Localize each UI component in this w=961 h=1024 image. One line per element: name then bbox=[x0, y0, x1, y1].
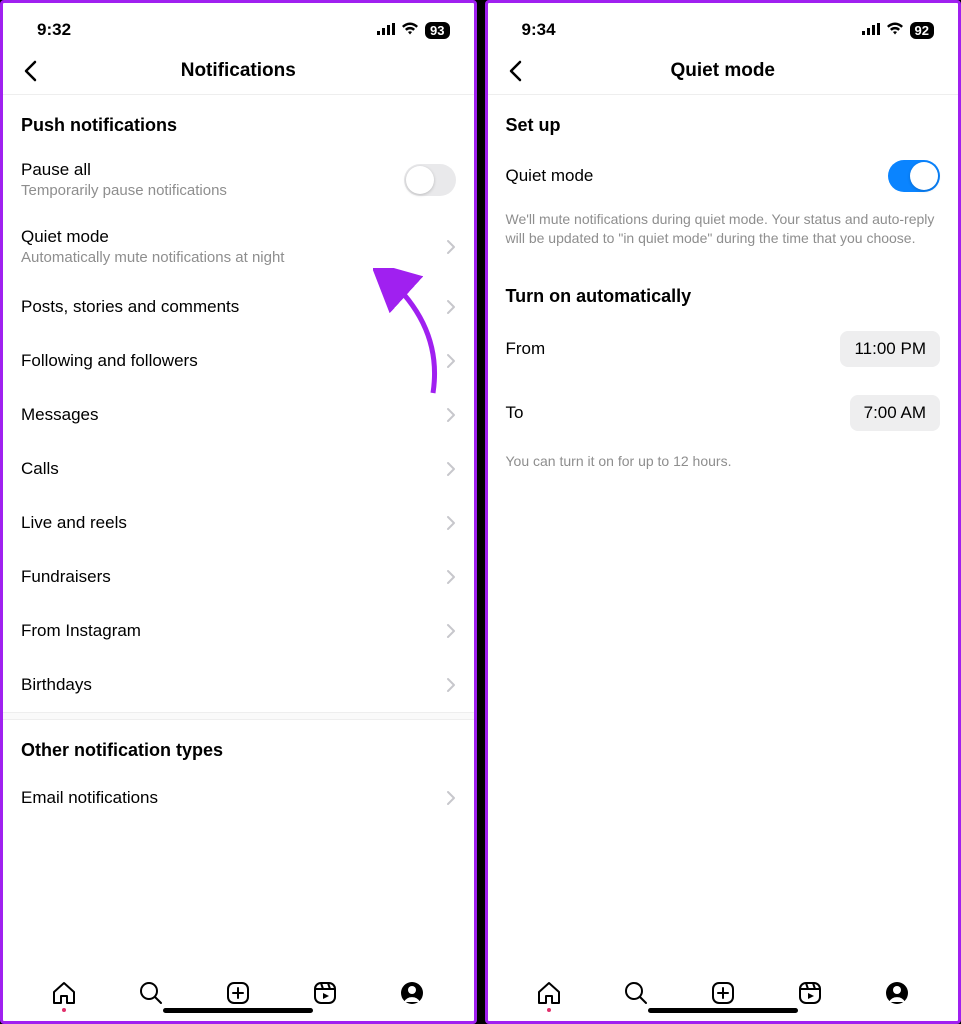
back-button[interactable] bbox=[15, 56, 45, 86]
row-messages[interactable]: Messages bbox=[3, 388, 474, 442]
row-title: Email notifications bbox=[21, 788, 158, 808]
content-area: Push notifications Pause all Temporarily… bbox=[3, 95, 474, 965]
row-to-time[interactable]: To 7:00 AM bbox=[488, 381, 959, 445]
tab-search[interactable] bbox=[622, 979, 650, 1007]
phone-screen-quiet-mode: 9:34 92 Quiet mode Set up Quiet mode We'… bbox=[485, 0, 961, 1024]
row-quiet-mode-toggle[interactable]: Quiet mode bbox=[488, 146, 959, 206]
home-indicator[interactable] bbox=[163, 1008, 313, 1013]
section-divider bbox=[3, 712, 474, 720]
row-following-followers[interactable]: Following and followers bbox=[3, 334, 474, 388]
tab-reels[interactable] bbox=[311, 979, 339, 1007]
row-title: Messages bbox=[21, 405, 98, 425]
from-time-value[interactable]: 11:00 PM bbox=[840, 331, 940, 367]
row-title: Quiet mode bbox=[506, 166, 594, 186]
chevron-right-icon bbox=[446, 569, 456, 585]
chevron-right-icon bbox=[446, 461, 456, 477]
footnote: You can turn it on for up to 12 hours. bbox=[488, 445, 959, 477]
row-calls[interactable]: Calls bbox=[3, 442, 474, 496]
row-title: Pause all bbox=[21, 160, 227, 180]
row-subtitle: Automatically mute notifications at nigh… bbox=[21, 249, 284, 266]
nav-header: Quiet mode bbox=[488, 47, 959, 95]
tab-profile[interactable] bbox=[883, 979, 911, 1007]
row-from-time[interactable]: From 11:00 PM bbox=[488, 317, 959, 381]
row-email-notifications[interactable]: Email notifications bbox=[3, 771, 474, 825]
chevron-right-icon bbox=[446, 515, 456, 531]
tab-home[interactable] bbox=[535, 979, 563, 1007]
tab-profile[interactable] bbox=[398, 979, 426, 1007]
row-pause-all[interactable]: Pause all Temporarily pause notification… bbox=[3, 146, 474, 213]
to-time-value[interactable]: 7:00 AM bbox=[850, 395, 940, 431]
status-time: 9:32 bbox=[37, 20, 71, 40]
row-birthdays[interactable]: Birthdays bbox=[3, 658, 474, 712]
nav-header: Notifications bbox=[3, 47, 474, 95]
row-title: Following and followers bbox=[21, 351, 198, 371]
row-title: From Instagram bbox=[21, 621, 141, 641]
battery-icon: 93 bbox=[425, 22, 449, 39]
cellular-icon bbox=[862, 20, 880, 40]
tab-create[interactable] bbox=[709, 979, 737, 1007]
status-time: 9:34 bbox=[522, 20, 556, 40]
pause-all-toggle[interactable] bbox=[404, 164, 456, 196]
row-title: To bbox=[506, 403, 524, 423]
row-title: Posts, stories and comments bbox=[21, 297, 239, 317]
quiet-mode-toggle[interactable] bbox=[888, 160, 940, 192]
status-bar: 9:34 92 bbox=[488, 3, 959, 47]
row-title: Quiet mode bbox=[21, 227, 284, 247]
row-quiet-mode[interactable]: Quiet mode Automatically mute notificati… bbox=[3, 213, 474, 280]
row-live-reels[interactable]: Live and reels bbox=[3, 496, 474, 550]
chevron-right-icon bbox=[446, 353, 456, 369]
home-indicator[interactable] bbox=[648, 1008, 798, 1013]
page-title: Notifications bbox=[181, 60, 296, 82]
phone-screen-notifications: 9:32 93 Notifications Push notifications… bbox=[0, 0, 477, 1024]
chevron-right-icon bbox=[446, 407, 456, 423]
content-area: Set up Quiet mode We'll mute notificatio… bbox=[488, 95, 959, 965]
row-title: Birthdays bbox=[21, 675, 92, 695]
section-header-setup: Set up bbox=[488, 95, 959, 146]
wifi-icon bbox=[886, 20, 904, 40]
tab-search[interactable] bbox=[137, 979, 165, 1007]
row-from-instagram[interactable]: From Instagram bbox=[3, 604, 474, 658]
cellular-icon bbox=[377, 20, 395, 40]
row-posts-stories-comments[interactable]: Posts, stories and comments bbox=[3, 280, 474, 334]
status-right: 93 bbox=[377, 20, 449, 40]
section-header-push: Push notifications bbox=[3, 95, 474, 146]
section-header-other: Other notification types bbox=[3, 720, 474, 771]
chevron-right-icon bbox=[446, 623, 456, 639]
tab-home[interactable] bbox=[50, 979, 78, 1007]
notification-dot-icon bbox=[547, 1008, 551, 1012]
chevron-right-icon bbox=[446, 239, 456, 255]
battery-icon: 92 bbox=[910, 22, 934, 39]
notification-dot-icon bbox=[62, 1008, 66, 1012]
row-fundraisers[interactable]: Fundraisers bbox=[3, 550, 474, 604]
chevron-right-icon bbox=[446, 790, 456, 806]
tab-create[interactable] bbox=[224, 979, 252, 1007]
row-subtitle: Temporarily pause notifications bbox=[21, 182, 227, 199]
row-title: Fundraisers bbox=[21, 567, 111, 587]
row-title: From bbox=[506, 339, 546, 359]
chevron-right-icon bbox=[446, 677, 456, 693]
status-right: 92 bbox=[862, 20, 934, 40]
wifi-icon bbox=[401, 20, 419, 40]
row-title: Live and reels bbox=[21, 513, 127, 533]
tab-reels[interactable] bbox=[796, 979, 824, 1007]
page-title: Quiet mode bbox=[670, 60, 775, 82]
section-header-auto: Turn on automatically bbox=[488, 266, 959, 317]
status-bar: 9:32 93 bbox=[3, 3, 474, 47]
row-title: Calls bbox=[21, 459, 59, 479]
back-button[interactable] bbox=[500, 56, 530, 86]
quiet-mode-description: We'll mute notifications during quiet mo… bbox=[488, 206, 959, 266]
chevron-right-icon bbox=[446, 299, 456, 315]
